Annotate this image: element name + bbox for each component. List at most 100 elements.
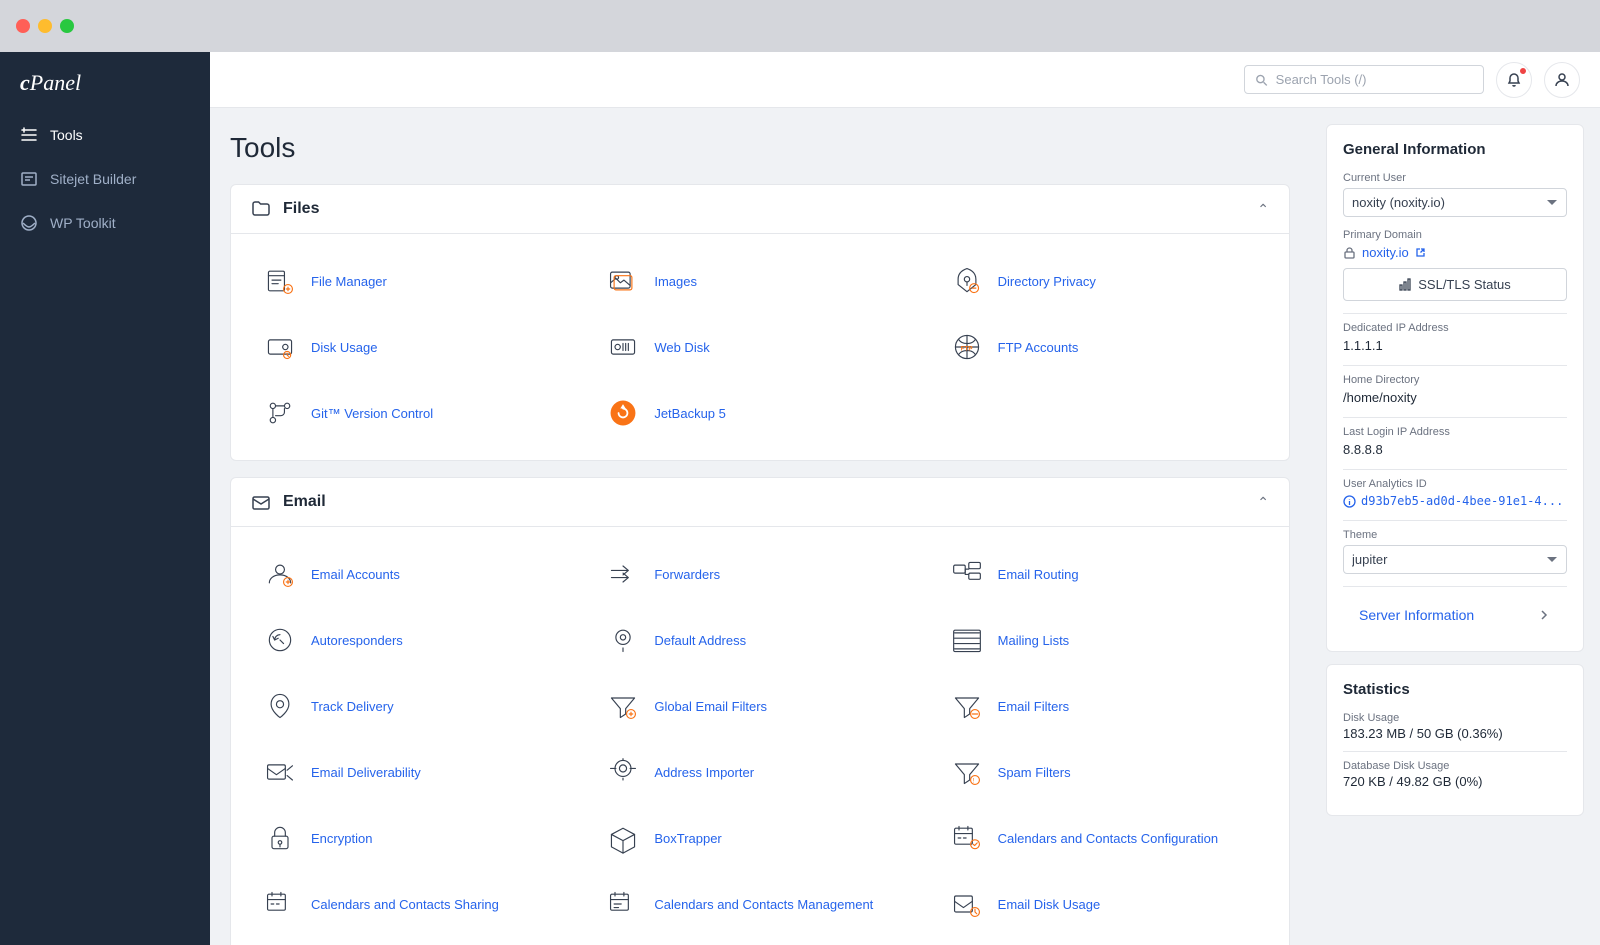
tool-cal-sharing[interactable]: Calendars and Contacts Sharing [247,873,586,935]
tool-images[interactable]: Images [590,250,929,312]
disk-usage-label: Disk Usage [311,340,377,355]
tool-email-disk-usage[interactable]: Email Disk Usage [934,873,1273,935]
primary-domain-link[interactable]: noxity.io [1362,245,1409,260]
tool-forwarders[interactable]: Forwarders [590,543,929,605]
email-deliverability-icon [261,753,299,791]
tool-cal-management[interactable]: Calendars and Contacts Management [590,873,929,935]
lock-icon [1343,246,1356,259]
minimize-button[interactable] [38,19,52,33]
forwarders-label: Forwarders [654,567,720,582]
search-bar[interactable] [1244,65,1484,94]
tool-disk-usage[interactable]: Disk Usage [247,316,586,378]
ssl-button[interactable]: SSL/TLS Status [1343,268,1567,301]
last-login-label: Last Login IP Address [1343,426,1567,438]
tool-boxtrapper[interactable]: BoxTrapper [590,807,929,869]
tool-global-filters[interactable]: Global Email Filters [590,675,929,737]
sidebar-item-tools[interactable]: Tools [0,114,210,156]
tool-cal-config[interactable]: Calendars and Contacts Configuration [934,807,1273,869]
general-info-title: General Information [1343,141,1567,158]
ssl-button-label: SSL/TLS Status [1418,277,1511,292]
db-disk-stat-value: 720 KB / 49.82 GB (0%) [1343,774,1567,789]
tool-email-routing[interactable]: Email Routing [934,543,1273,605]
search-input[interactable] [1276,72,1473,87]
disk-usage-icon [261,328,299,366]
web-disk-icon [604,328,642,366]
folder-icon [251,199,271,219]
notifications-button[interactable] [1496,62,1532,98]
email-routing-label: Email Routing [998,567,1079,582]
stats-title: Statistics [1343,681,1567,698]
tool-web-disk[interactable]: Web Disk [590,316,929,378]
email-section: Email ⌃ Email Accounts [230,477,1290,945]
directory-privacy-label: Directory Privacy [998,274,1096,289]
tool-file-manager[interactable]: File Manager [247,250,586,312]
analytics-label: User Analytics ID [1343,478,1567,490]
tool-encryption[interactable]: Encryption [247,807,586,869]
cal-sharing-icon [261,885,299,923]
dedicated-ip-value: 1.1.1.1 [1343,338,1567,353]
db-disk-stat-label: Database Disk Usage [1343,760,1567,772]
files-section-header[interactable]: Files ⌃ [231,185,1289,234]
sidebar-sitejet-label: Sitejet Builder [50,171,136,187]
git-label: Git™ Version Control [311,406,433,421]
files-title: Files [283,200,319,218]
email-routing-icon [948,555,986,593]
home-dir-label: Home Directory [1343,374,1567,386]
titlebar [0,0,1600,52]
files-tool-grid: File Manager Images [231,234,1289,460]
user-icon [1554,72,1570,88]
chart-icon [1399,278,1412,291]
wp-icon [20,214,38,232]
maximize-button[interactable] [60,19,74,33]
analytics-row: User Analytics ID d93b7eb5-ad0d-4bee-91e… [1343,478,1567,508]
disk-usage-stat: Disk Usage 183.23 MB / 50 GB (0.36%) [1343,712,1567,741]
tool-address-importer[interactable]: Address Importer [590,741,929,803]
theme-row: Theme jupiter [1343,529,1567,574]
tool-autoresponders[interactable]: Autoresponders [247,609,586,671]
theme-select[interactable]: jupiter [1343,545,1567,574]
boxtrapper-label: BoxTrapper [654,831,721,846]
server-information-row[interactable]: Server Information [1343,595,1567,635]
chevron-right-icon [1537,608,1551,622]
tool-default-address[interactable]: Default Address [590,609,929,671]
close-button[interactable] [16,19,30,33]
git-icon [261,394,299,432]
tool-email-filters[interactable]: Email Filters [934,675,1273,737]
tool-jetbackup[interactable]: JetBackup 5 [590,382,929,444]
primary-domain-label: Primary Domain [1343,229,1567,241]
spam-filters-label: Spam Filters [998,765,1071,780]
email-filters-label: Email Filters [998,699,1070,714]
tool-mailing-lists[interactable]: Mailing Lists [934,609,1273,671]
address-importer-icon [604,753,642,791]
notification-badge [1519,67,1527,75]
tool-track-delivery[interactable]: Track Delivery [247,675,586,737]
analytics-value: d93b7eb5-ad0d-4bee-91e1-4... [1361,494,1563,508]
email-section-header[interactable]: Email ⌃ [231,478,1289,527]
sitejet-icon [20,170,38,188]
autoresponders-label: Autoresponders [311,633,403,648]
sidebar-item-wptoolkit[interactable]: WP Toolkit [0,202,210,244]
search-icon [1255,73,1268,87]
email-section-icon [251,492,271,512]
tool-ftp[interactable]: FTP FTP Accounts [934,316,1273,378]
email-filters-icon [948,687,986,725]
current-user-row: Current User noxity (noxity.io) [1343,172,1567,217]
tool-directory-privacy[interactable]: Directory Privacy [934,250,1273,312]
current-user-select[interactable]: noxity (noxity.io) [1343,188,1567,217]
files-chevron: ⌃ [1257,201,1269,218]
web-disk-label: Web Disk [654,340,709,355]
info-icon [1343,495,1356,508]
sidebar-item-sitejet[interactable]: Sitejet Builder [0,158,210,200]
user-button[interactable] [1544,62,1580,98]
tool-git[interactable]: Git™ Version Control [247,382,586,444]
email-disk-icon [948,885,986,923]
tool-spam-filters[interactable]: ! Spam Filters [934,741,1273,803]
dedicated-ip-row: Dedicated IP Address 1.1.1.1 [1343,322,1567,353]
email-deliverability-label: Email Deliverability [311,765,421,780]
tool-email-deliverability[interactable]: Email Deliverability [247,741,586,803]
mailing-lists-label: Mailing Lists [998,633,1070,648]
tool-email-accounts[interactable]: Email Accounts [247,543,586,605]
cal-management-icon [604,885,642,923]
encryption-label: Encryption [311,831,372,846]
general-info-card: General Information Current User noxity … [1326,124,1584,652]
